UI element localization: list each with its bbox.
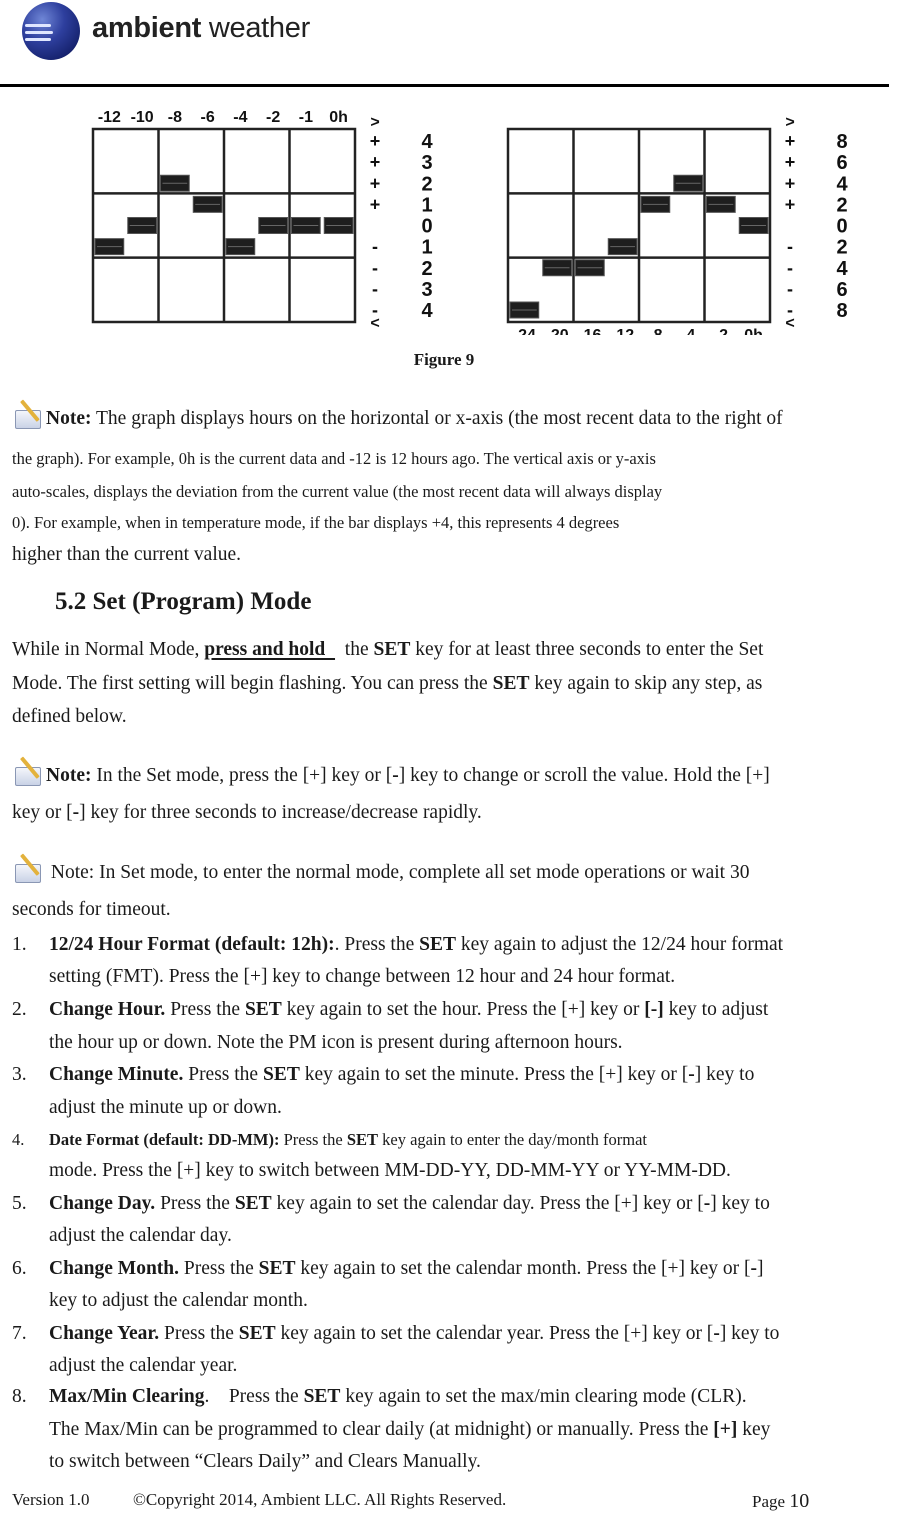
note-3-line-1: Note: In Set mode, to enter the normal m… <box>12 853 749 884</box>
press-and-hold-link[interactable]: press and hold <box>204 639 335 660</box>
footer-copyright: ©Copyright 2014, Ambient LLC. All Rights… <box>133 1490 507 1509</box>
y-tick-label: 2 <box>421 258 432 280</box>
y-sign-label: + <box>785 194 796 214</box>
note-3-line-2: seconds for timeout. <box>12 899 171 920</box>
y-tick-label: 2 <box>836 237 847 259</box>
y-sign-label: + <box>785 131 796 151</box>
y-sign-label: - <box>787 237 793 257</box>
note-2-line-2: key or [-] key for three seconds to incr… <box>12 802 482 823</box>
y-sign-label: - <box>372 237 378 257</box>
step-8: 8. Max/Min Clearing. Press the SET key ag… <box>12 1386 747 1407</box>
y-sign-label: + <box>370 194 381 214</box>
step-1: 1. 12/24 Hour Format (default: 12h):. Pre… <box>12 934 784 955</box>
y-overflow-down-icon: < <box>370 315 379 332</box>
y-sign-label: - <box>372 279 378 299</box>
brand-light: weather <box>201 12 310 44</box>
x-tick-label: -1 <box>299 109 313 126</box>
section-para-line-3: defined below. <box>12 706 127 727</box>
y-tick-label: 2 <box>421 173 432 195</box>
note-pencil-icon <box>12 399 42 429</box>
y-tick-label: 6 <box>836 279 847 301</box>
x-tick-label: -6 <box>201 109 215 126</box>
y-sign-label: + <box>370 131 381 151</box>
note-1-line-4: 0). For example, when in temperature mod… <box>12 513 620 532</box>
brand-bold: ambient <box>92 12 202 44</box>
y-tick-label: 8 <box>836 131 847 153</box>
y-overflow-up-icon: > <box>785 114 794 131</box>
step-4-line-2: mode. Press the [+] key to switch betwee… <box>49 1160 731 1181</box>
x-tick-label: -4 <box>233 109 247 126</box>
step-7-line-2: adjust the calendar year. <box>49 1355 238 1376</box>
footer-page: Page 10 <box>752 1490 810 1512</box>
note-pencil-icon <box>12 756 42 786</box>
y-sign-label: + <box>370 173 381 193</box>
y-tick-label: 3 <box>421 279 432 301</box>
section-heading: 5.2 Set (Program) Mode <box>55 588 312 615</box>
step-2-line-2: the hour up or down. Note the PM icon is… <box>49 1032 623 1053</box>
y-tick-label: 4 <box>421 131 433 153</box>
x-tick-label: 0h <box>329 109 348 126</box>
note-1-line-5: higher than the current value. <box>12 544 242 565</box>
y-tick-label: 0 <box>421 216 432 238</box>
x-tick-label: -20 <box>546 327 569 335</box>
note-pencil-icon <box>12 853 42 883</box>
brand-logo: ambient weather <box>22 2 352 64</box>
step-6-line-2: key to adjust the calendar month. <box>49 1290 308 1311</box>
figure-caption: Figure 9 <box>413 350 475 369</box>
y-sign-label: - <box>787 258 793 278</box>
note-1-line-3: auto-scales, displays the deviation from… <box>12 482 663 501</box>
step-6: 6. Change Month. Press the SET key again … <box>12 1258 764 1279</box>
x-tick-label: 0h <box>744 327 763 335</box>
step-8-line-2: The Max/Min can be programmed to clear d… <box>49 1419 771 1440</box>
history-graph-12h: -12 -10 -8 -6 -4 -2 -1 0h+ 4+ 3+ 2+ 10- 1- 2- 3- 4>< <box>91 109 433 332</box>
globe-logo-icon <box>22 2 80 60</box>
x-tick-label: -2 <box>714 327 728 335</box>
section-para-line-2: Mode. The first setting will begin flash… <box>12 673 763 694</box>
history-graph-24h: -24-20-16-12-8-4-20h+8+6+4+20-2-4-6-8>< <box>506 114 848 335</box>
note-1-line-1: Note: The graph displays hours on the ho… <box>12 399 783 430</box>
x-tick-label: -2 <box>266 109 280 126</box>
brand-name: ambient weather <box>92 12 310 45</box>
x-tick-label: -8 <box>168 109 182 126</box>
y-sign-label: + <box>785 152 796 172</box>
y-sign-label: + <box>785 173 796 193</box>
y-tick-label: 4 <box>421 300 433 322</box>
y-overflow-down-icon: < <box>785 315 794 332</box>
footer-version: Version 1.0 <box>12 1490 90 1509</box>
x-tick-label: -12 <box>98 109 121 126</box>
x-tick-label: -16 <box>578 327 601 335</box>
y-tick-label: 6 <box>836 152 847 174</box>
y-overflow-up-icon: > <box>370 114 379 131</box>
y-tick-label: 2 <box>836 194 847 216</box>
x-tick-label: -10 <box>131 109 154 126</box>
x-tick-label: -12 <box>611 327 634 335</box>
step-3: 3. Change Minute. Press the SET key again… <box>12 1064 755 1085</box>
x-tick-label: -8 <box>648 327 662 335</box>
y-tick-label: 1 <box>421 194 432 216</box>
y-tick-label: 1 <box>421 237 432 259</box>
step-5: 5. Change Day. Press the SET key again to… <box>12 1193 770 1214</box>
y-tick-label: 8 <box>836 300 847 322</box>
section-para-line-1: While in Normal Mode, press and hold the… <box>12 639 764 660</box>
y-sign-label: - <box>372 258 378 278</box>
y-sign-label: + <box>370 152 381 172</box>
step-3-line-2: adjust the minute up or down. <box>49 1097 282 1118</box>
step-8-line-3: to switch between “Clears Daily” and Cle… <box>49 1451 481 1472</box>
step-4: 4. Date Format (default: DD-MM): Press th… <box>12 1130 647 1149</box>
y-tick-label: 0 <box>836 216 847 238</box>
x-tick-label: -4 <box>681 327 695 335</box>
note-2-line-1: Note: In the Set mode, press the [+] key… <box>12 756 770 787</box>
y-tick-label: 4 <box>836 258 848 280</box>
header-rule <box>0 84 889 87</box>
y-tick-label: 4 <box>836 173 848 195</box>
step-7: 7. Change Year. Press the SET key again t… <box>12 1323 780 1344</box>
x-tick-label: -24 <box>513 327 536 335</box>
step-2: 2. Change Hour. Press the SET key again t… <box>12 999 769 1020</box>
step-1-line-2: setting (FMT). Press the [+] key to chan… <box>49 966 676 987</box>
y-tick-label: 3 <box>421 152 432 174</box>
note-1-line-2: the graph). For example, 0h is the curre… <box>12 449 656 468</box>
step-5-line-2: adjust the calendar day. <box>49 1225 232 1246</box>
y-sign-label: - <box>787 279 793 299</box>
